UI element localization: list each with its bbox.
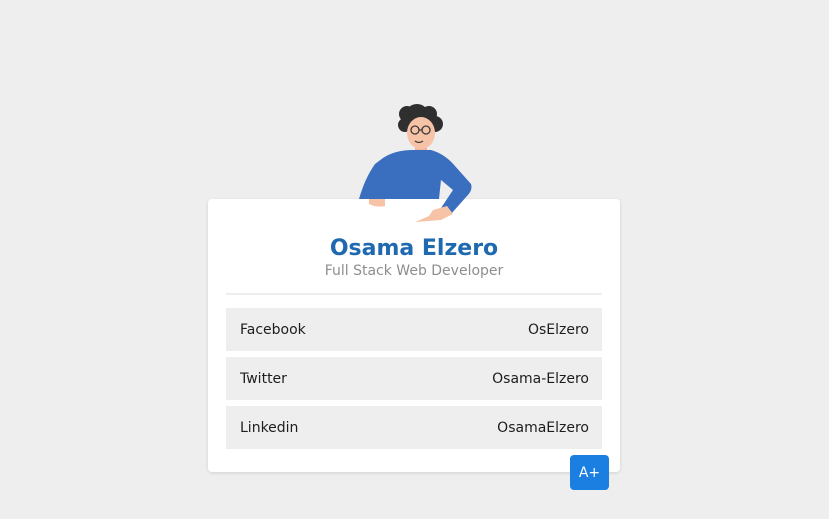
- page: Osama Elzero Full Stack Web Developer Fa…: [0, 0, 829, 519]
- avatar: [359, 104, 472, 222]
- profile-card: Osama Elzero Full Stack Web Developer Fa…: [208, 199, 620, 472]
- link-network-label: Twitter: [240, 370, 287, 387]
- social-links-list: Facebook OsElzero Twitter Osama-Elzero L…: [226, 308, 602, 455]
- pointing-hand-shape: [415, 206, 453, 222]
- link-handle-value: OsamaElzero: [497, 419, 589, 436]
- link-network-label: Linkedin: [240, 419, 299, 436]
- profile-name: Osama Elzero: [329, 236, 499, 261]
- divider: [226, 293, 602, 295]
- link-network-label: Facebook: [240, 321, 306, 338]
- face-shape: [407, 117, 435, 149]
- link-handle-value: Osama-Elzero: [492, 370, 589, 387]
- link-handle-value: OsElzero: [527, 321, 589, 338]
- profile-title: Full Stack Web Developer: [324, 263, 504, 279]
- link-row-linkedin[interactable]: Linkedin OsamaElzero: [226, 406, 602, 449]
- font-size-increase-button[interactable]: A+: [570, 455, 609, 490]
- link-row-facebook[interactable]: Facebook OsElzero: [226, 308, 602, 351]
- link-row-twitter[interactable]: Twitter Osama-Elzero: [226, 357, 602, 400]
- left-hand-shape: [369, 198, 385, 207]
